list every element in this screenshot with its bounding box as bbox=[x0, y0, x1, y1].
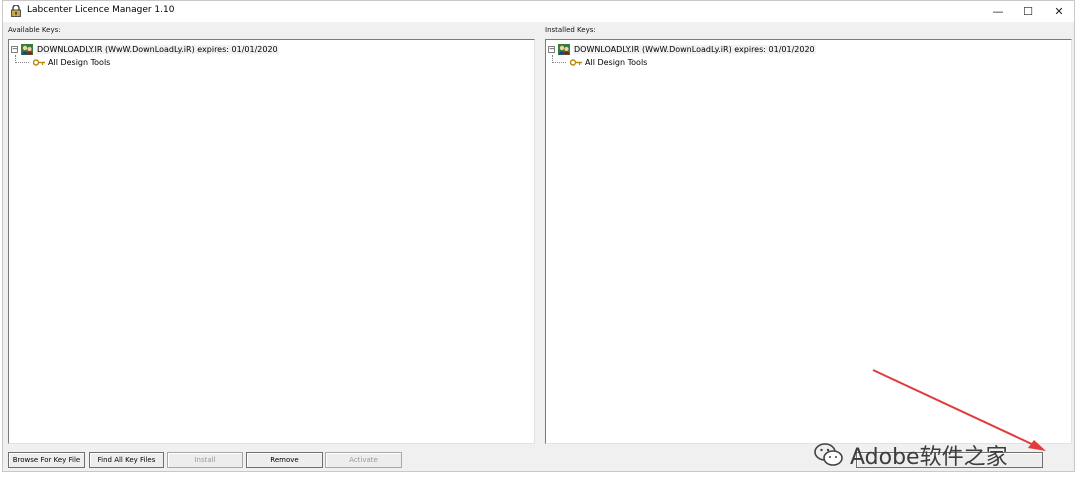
installed-keys-label: Installed Keys: bbox=[545, 26, 596, 34]
user-key-icon bbox=[558, 43, 570, 55]
watermark: Adobe软件之家 bbox=[814, 441, 1008, 470]
tree-item-installed-key[interactable]: − DOWNLOADLY.IR (WwW.DownLoadLy.iR) expi… bbox=[548, 43, 816, 55]
product-text: All Design Tools bbox=[585, 58, 648, 67]
wechat-icon bbox=[814, 443, 843, 466]
key-owner-text: DOWNLOADLY.IR (WwW.DownLoadLy.iR) expire… bbox=[573, 44, 816, 54]
activate-button[interactable]: Activate bbox=[325, 452, 402, 468]
browse-key-file-button[interactable]: Browse For Key File bbox=[8, 452, 85, 468]
tree-connector bbox=[15, 62, 29, 63]
install-label: Install bbox=[194, 456, 216, 464]
minimize-icon: — bbox=[992, 5, 1004, 18]
product-text: All Design Tools bbox=[48, 58, 111, 67]
browse-key-file-label: Browse For Key File bbox=[12, 456, 81, 464]
minimize-button[interactable]: — bbox=[981, 1, 1015, 22]
available-keys-label: Available Keys: bbox=[8, 26, 61, 34]
maximize-button[interactable]: ☐ bbox=[1011, 1, 1045, 22]
key-icon bbox=[570, 59, 582, 66]
close-icon: ✕ bbox=[1054, 5, 1064, 18]
collapse-icon[interactable]: − bbox=[548, 45, 555, 53]
tree-item-design-tools[interactable]: All Design Tools bbox=[570, 57, 647, 68]
tree-connector bbox=[552, 62, 566, 63]
maximize-icon: ☐ bbox=[1023, 5, 1033, 18]
user-key-icon bbox=[21, 43, 33, 55]
tree-item-available-key[interactable]: − DOWNLOADLY.IR (WwW.DownLoadLy.iR) expi… bbox=[11, 43, 279, 55]
collapse-icon[interactable]: − bbox=[11, 45, 18, 53]
window-title: Labcenter Licence Manager 1.10 bbox=[27, 5, 175, 15]
title-bar[interactable]: Labcenter Licence Manager 1.10 — ☐ ✕ bbox=[3, 1, 1074, 22]
available-keys-tree[interactable]: − DOWNLOADLY.IR (WwW.DownLoadLy.iR) expi… bbox=[8, 39, 535, 444]
find-all-key-files-button[interactable]: Find All Key Files bbox=[89, 452, 164, 468]
app-lock-icon bbox=[11, 5, 21, 17]
install-button[interactable]: Install bbox=[167, 452, 243, 468]
watermark-text: Adobe软件之家 bbox=[850, 445, 1008, 470]
key-owner-text: DOWNLOADLY.IR (WwW.DownLoadLy.iR) expire… bbox=[36, 44, 279, 54]
close-button[interactable]: ✕ bbox=[1042, 1, 1076, 22]
activate-label: Activate bbox=[349, 456, 378, 464]
find-all-key-files-label: Find All Key Files bbox=[97, 456, 156, 464]
remove-label: Remove bbox=[270, 456, 299, 464]
remove-button[interactable]: Remove bbox=[246, 452, 323, 468]
key-icon bbox=[33, 59, 45, 66]
tree-item-design-tools[interactable]: All Design Tools bbox=[33, 57, 110, 68]
